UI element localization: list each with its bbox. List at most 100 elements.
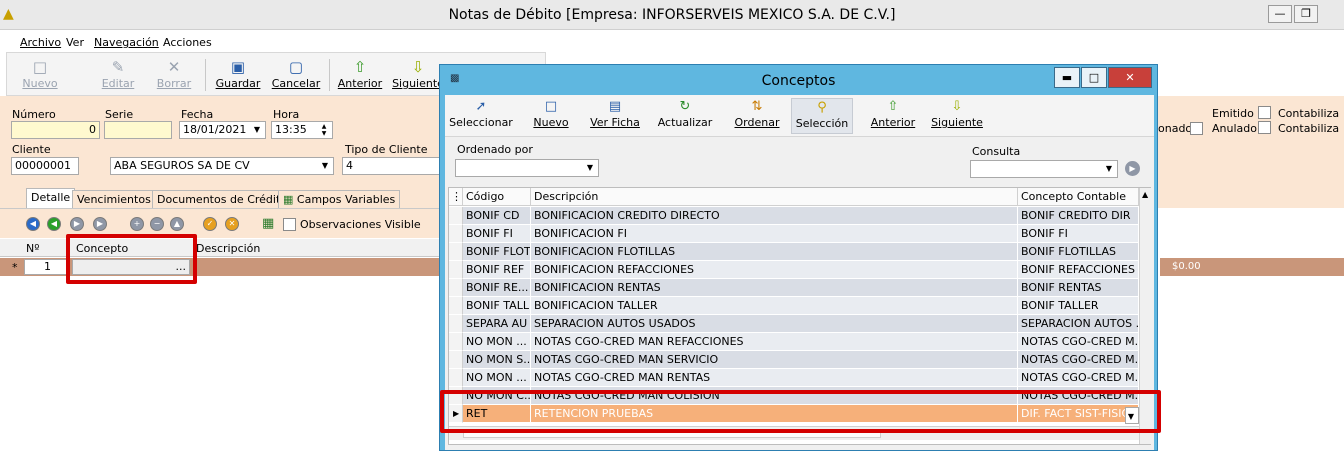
table-row[interactable]: BONIF CD BONIFICACION CREDITO DIRECTO BONI…	[449, 207, 1139, 225]
menu-ver[interactable]: Ver	[66, 36, 84, 49]
grid-menu-icon[interactable]: ⋮	[449, 188, 463, 206]
serie-field[interactable]	[104, 121, 172, 139]
column-header-numero[interactable]: Nº	[26, 242, 39, 255]
dialog-siguiente-button[interactable]: ⇩ Siguiente	[929, 98, 985, 134]
chevron-down-icon[interactable]: ▼	[250, 123, 264, 137]
table-row[interactable]: BONIF FLOT BONIFICACION FLOTILLAS BONIF FL…	[449, 243, 1139, 261]
next-record-icon[interactable]: ▶	[70, 217, 84, 231]
column-header-descripcion[interactable]: Descripción	[196, 242, 260, 255]
table-row[interactable]: BONIF REF BONIFICACION REFACCIONES BONIF R…	[449, 261, 1139, 279]
table-row[interactable]: BONIF RE... BONIFICACION RENTAS BONIF RENT…	[449, 279, 1139, 297]
edit-row-icon[interactable]: ▲	[170, 217, 184, 231]
seleccion-label: Selección	[795, 117, 849, 130]
restore-button[interactable]: ❐	[1294, 5, 1318, 23]
concepto-contable-cell: BONIF RENTAS	[1018, 279, 1139, 297]
cliente-name-select[interactable]: ABA SEGUROS SA DE CV ▼	[110, 157, 334, 175]
row-header[interactable]	[449, 243, 463, 261]
observaciones-checkbox[interactable]	[283, 218, 296, 231]
filter-search-icon: ⚲	[817, 100, 827, 115]
table-row[interactable]: SEPARA AU SEPARACION AUTOS USADOS SEPARACI…	[449, 315, 1139, 333]
spinner-arrows-icon[interactable]: ▲ ▼	[317, 123, 331, 137]
cancelar-button[interactable]: ▢ Cancelar	[269, 57, 323, 95]
row-header[interactable]	[449, 225, 463, 243]
tab-campos-variables[interactable]: ▦ Campos Variables	[278, 190, 401, 208]
add-row-icon[interactable]: +	[130, 217, 144, 231]
table-row[interactable]: NO MON ... NOTAS CGO-CRED MAN RENTAS NOTAS…	[449, 369, 1139, 387]
consulta-select[interactable]: ▼	[970, 160, 1118, 178]
tipo-cliente-field[interactable]: 4	[342, 157, 442, 175]
ver-ficha-button[interactable]: ▤ Ver Ficha	[585, 98, 645, 134]
tipo-cliente-label: Tipo de Cliente	[345, 143, 428, 156]
row-header[interactable]	[449, 207, 463, 225]
numero-field[interactable]: 0	[11, 121, 100, 139]
tab-vencimientos[interactable]: Vencimientos	[72, 190, 156, 208]
cliente-code-field[interactable]: 00000001	[11, 157, 79, 175]
partial-status-label: onado	[1158, 122, 1193, 135]
menu-navegacion[interactable]: Navegación	[94, 36, 159, 49]
column-header-codigo[interactable]: Código	[463, 188, 531, 206]
nuevo-button[interactable]: □ Nuevo	[13, 57, 67, 95]
last-record-icon[interactable]: ▶	[93, 217, 107, 231]
row-header[interactable]	[449, 315, 463, 333]
descripcion-cell: BONIFICACION CREDITO DIRECTO	[531, 207, 1018, 225]
partial-status-checkbox[interactable]	[1190, 122, 1203, 135]
seleccionar-label: Seleccionar	[449, 116, 513, 129]
row-header[interactable]	[449, 297, 463, 315]
arrow-down-icon: ⇩	[411, 58, 425, 76]
dialog-siguiente-label: Siguiente	[931, 116, 983, 129]
descripcion-cell: NOTAS CGO-CRED MAN REFACCIONES	[531, 333, 1018, 351]
siguiente-label: Siguiente	[392, 77, 444, 90]
cancel-row-icon[interactable]: ✕	[225, 217, 239, 231]
dialog-maximize-button[interactable]: □	[1081, 67, 1107, 88]
dialog-anterior-button[interactable]: ⇧ Anterior	[869, 98, 917, 134]
row-header[interactable]	[449, 333, 463, 351]
fecha-picker[interactable]: 18/01/2021 ▼	[179, 121, 266, 139]
previous-record-icon[interactable]: ◀	[47, 217, 61, 231]
column-header-concepto-contable[interactable]: Concepto Contable	[1018, 188, 1139, 206]
hora-label: Hora	[273, 108, 300, 121]
row-header[interactable]	[449, 369, 463, 387]
dialog-nuevo-button[interactable]: □ Nuevo	[529, 98, 573, 134]
ordenado-por-select[interactable]: ▼	[455, 159, 599, 177]
emitido-checkbox[interactable]	[1258, 106, 1271, 119]
tab-documentos-credito[interactable]: Documentos de Crédito	[152, 190, 293, 208]
dialog-minimize-button[interactable]: ▬	[1054, 67, 1080, 88]
highlight-concepto-box	[66, 234, 197, 284]
seleccion-button[interactable]: ⚲ Selección	[791, 98, 853, 134]
menu-acciones[interactable]: Acciones	[163, 36, 212, 49]
hora-spinner[interactable]: 13:35 ▲ ▼	[271, 121, 333, 139]
chevron-down-icon[interactable]: ▼	[1102, 162, 1116, 176]
guardar-button[interactable]: ▣ Guardar	[211, 57, 265, 95]
scroll-up-icon[interactable]: ▲	[1142, 190, 1148, 199]
run-query-icon[interactable]: ▶	[1125, 161, 1140, 176]
anulado-checkbox[interactable]	[1258, 121, 1271, 134]
table-row[interactable]: BONIF FI BONIFICACION FI BONIF FI	[449, 225, 1139, 243]
chevron-down-icon[interactable]: ▼	[318, 159, 332, 173]
table-row[interactable]: NO MON ... NOTAS CGO-CRED MAN REFACCIONES…	[449, 333, 1139, 351]
actualizar-button[interactable]: ↻ Actualizar	[657, 98, 713, 134]
column-header-descripcion[interactable]: Descripción	[531, 188, 1018, 206]
anterior-button[interactable]: ⇧ Anterior	[333, 57, 387, 95]
borrar-label: Borrar	[156, 77, 192, 90]
confirm-icon[interactable]: ✓	[203, 217, 217, 231]
seleccionar-button[interactable]: ➚ Seleccionar	[449, 98, 513, 134]
table-row[interactable]: NO MON S... NOTAS CGO-CRED MAN SERVICIO NO…	[449, 351, 1139, 369]
chevron-down-icon[interactable]: ▼	[583, 161, 597, 175]
minimize-button[interactable]: —	[1268, 5, 1292, 23]
editar-button[interactable]: ✎ Editar	[91, 57, 145, 95]
borrar-button[interactable]: ✕ Borrar	[147, 57, 201, 95]
row-header[interactable]	[449, 261, 463, 279]
menu-archivo[interactable]: Archivo	[20, 36, 61, 49]
fecha-value: 18/01/2021	[183, 123, 247, 136]
row-header[interactable]	[449, 351, 463, 369]
row-number-spinner[interactable]: 1	[24, 259, 68, 275]
first-record-icon[interactable]: ◀	[26, 217, 40, 231]
siguiente-button[interactable]: ⇩ Siguiente	[391, 57, 445, 95]
row-header[interactable]	[449, 279, 463, 297]
remove-row-icon[interactable]: −	[150, 217, 164, 231]
dialog-anterior-label: Anterior	[870, 116, 916, 129]
dialog-close-button[interactable]: ✕	[1108, 67, 1152, 88]
tab-detalle[interactable]: Detalle	[26, 188, 76, 208]
ordenar-button[interactable]: ⇅ Ordenar	[733, 98, 781, 134]
table-row[interactable]: BONIF TALL BONIFICACION TALLER BONIF TALLE…	[449, 297, 1139, 315]
